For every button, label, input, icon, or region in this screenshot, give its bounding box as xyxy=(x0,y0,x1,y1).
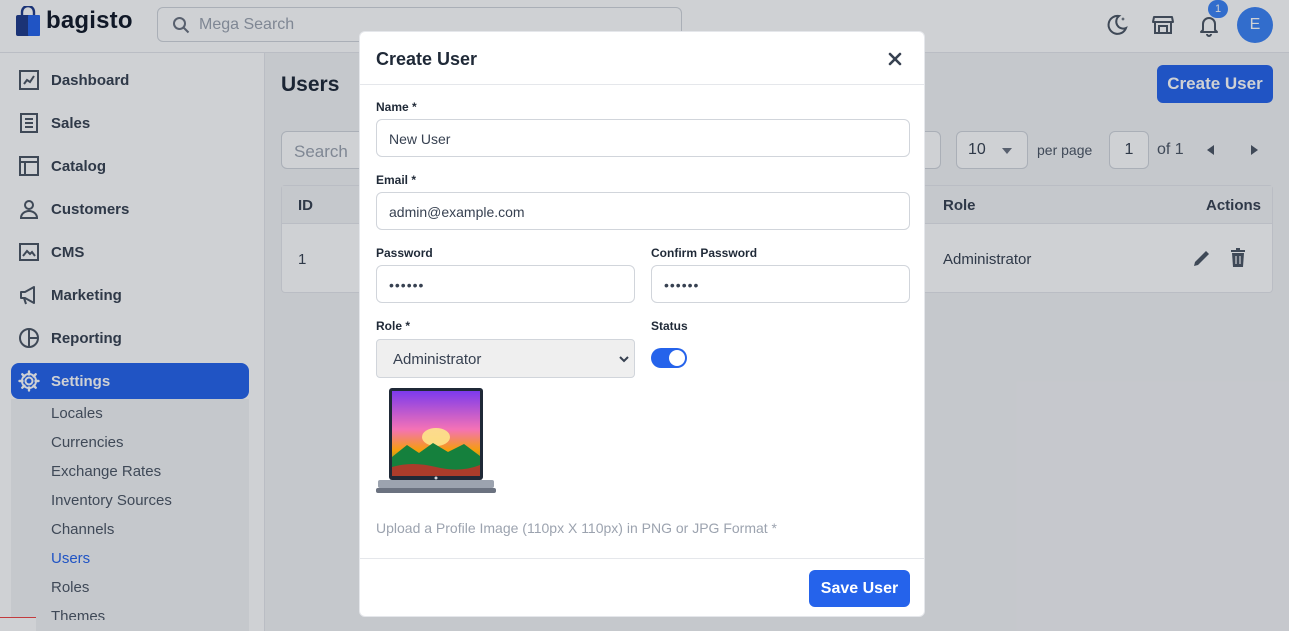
toggle-knob xyxy=(669,350,685,366)
role-value: Administrator xyxy=(393,351,482,368)
role-select[interactable]: Administrator xyxy=(376,339,635,378)
email-field[interactable]: admin@example.com xyxy=(376,192,910,230)
close-icon[interactable] xyxy=(887,51,903,67)
password-value: •••••• xyxy=(389,277,425,293)
confirm-password-field[interactable]: •••••• xyxy=(651,265,910,303)
modal-header: Create User xyxy=(360,32,924,85)
password-label: Password xyxy=(376,246,433,260)
chevron-down-icon xyxy=(619,356,629,363)
profile-image-preview[interactable] xyxy=(376,387,496,507)
email-label: Email * xyxy=(376,173,417,187)
save-user-button[interactable]: Save User xyxy=(809,570,910,607)
create-user-modal: Create User Name * New User Email * admi… xyxy=(359,31,925,617)
modal-title: Create User xyxy=(376,49,478,69)
status-toggle[interactable] xyxy=(651,348,687,368)
name-value: New User xyxy=(389,131,451,147)
upload-hint-text: Upload a Profile Image (110px X 110px) i… xyxy=(376,520,777,536)
confirm-password-label: Confirm Password xyxy=(651,246,758,260)
modal-footer: Save User xyxy=(360,558,924,617)
password-field[interactable]: •••••• xyxy=(376,265,635,303)
name-field[interactable]: New User xyxy=(376,119,910,157)
confirm-password-value: •••••• xyxy=(664,277,700,293)
email-value: admin@example.com xyxy=(389,204,525,220)
name-label: Name * xyxy=(376,100,417,114)
role-label: Role * xyxy=(376,319,411,333)
status-label: Status xyxy=(651,319,688,333)
